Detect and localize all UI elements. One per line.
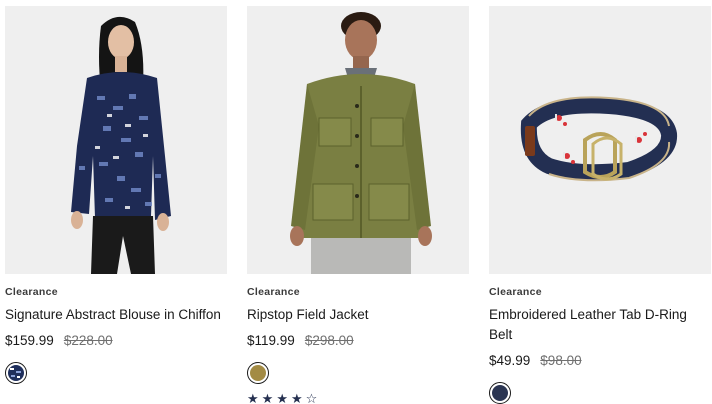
swatch-fill bbox=[492, 385, 508, 401]
product-card[interactable]: Clearance Embroidered Leather Tab D-Ring… bbox=[489, 6, 711, 404]
price-row: $119.99 $298.00 bbox=[247, 332, 469, 350]
clearance-badge: Clearance bbox=[5, 286, 58, 298]
product-card[interactable]: Clearance Signature Abstract Blouse in C… bbox=[5, 6, 227, 384]
original-price: $98.00 bbox=[540, 353, 582, 368]
original-price: $228.00 bbox=[63, 333, 113, 348]
sale-price: $49.99 bbox=[489, 353, 531, 368]
blouse-photo bbox=[5, 6, 227, 274]
star-filled-icon: ★ bbox=[290, 392, 303, 404]
color-swatch[interactable] bbox=[489, 382, 511, 404]
product-name[interactable]: Ripstop Field Jacket bbox=[247, 305, 469, 325]
clearance-badge: Clearance bbox=[489, 286, 542, 298]
belt-photo bbox=[489, 6, 711, 274]
sale-price: $159.99 bbox=[5, 333, 54, 348]
swatch-fill bbox=[250, 365, 266, 381]
star-filled-icon: ★ bbox=[276, 392, 288, 404]
price-row: $159.99 $228.00 bbox=[5, 332, 227, 350]
product-name[interactable]: Signature Abstract Blouse in Chiffon bbox=[5, 305, 227, 325]
product-image[interactable] bbox=[489, 6, 711, 274]
clearance-badge: Clearance bbox=[247, 286, 300, 298]
product-image[interactable] bbox=[5, 6, 227, 274]
star-filled-icon: ★ bbox=[261, 392, 274, 404]
price-row: $49.99 $98.00 bbox=[489, 352, 711, 370]
product-card[interactable]: Clearance Ripstop Field Jacket $119.99 $2… bbox=[247, 6, 469, 404]
swatch-pattern bbox=[8, 365, 24, 381]
star-filled-icon: ★ bbox=[247, 392, 259, 404]
star-empty-icon: ☆ bbox=[305, 392, 318, 404]
product-name[interactable]: Embroidered Leather Tab D-Ring Belt bbox=[489, 305, 711, 345]
original-price: $298.00 bbox=[304, 333, 354, 348]
color-swatch[interactable] bbox=[5, 362, 27, 384]
jacket-photo bbox=[247, 6, 469, 274]
rating-stars: ★ ★ ★ ★ ☆ bbox=[247, 392, 469, 404]
product-grid: Clearance Signature Abstract Blouse in C… bbox=[0, 0, 712, 404]
color-swatch[interactable] bbox=[247, 362, 269, 384]
sale-price: $119.99 bbox=[247, 333, 295, 348]
product-image[interactable] bbox=[247, 6, 469, 274]
